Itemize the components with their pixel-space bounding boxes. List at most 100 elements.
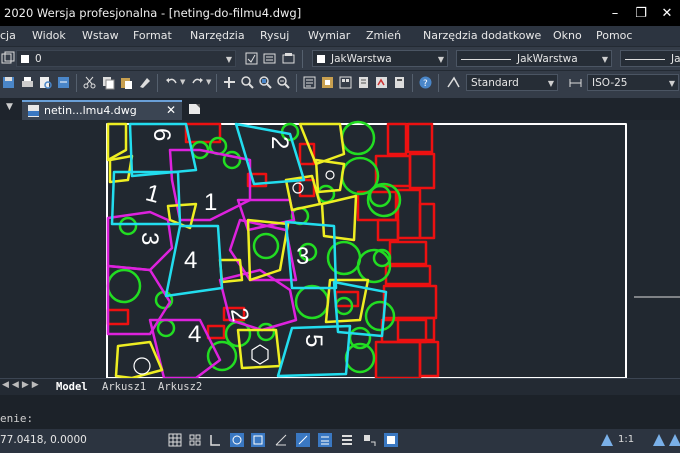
menu-rysuj[interactable]: Rysuj xyxy=(260,29,289,42)
menu-zmien[interactable]: Zmień xyxy=(366,29,401,42)
color-value: JakWarstwa xyxy=(331,53,392,65)
ortho-icon[interactable] xyxy=(208,433,222,447)
text-style-icon[interactable] xyxy=(446,75,461,90)
new-tab-icon[interactable] xyxy=(188,102,202,116)
dimension-style-icon[interactable] xyxy=(568,75,583,90)
tab-arkusz2[interactable]: Arkusz2 xyxy=(158,381,202,393)
shape-label: 4 xyxy=(184,247,197,274)
transparency-icon[interactable] xyxy=(340,433,354,447)
annotation-visibility-icon[interactable] xyxy=(652,433,666,447)
menu-pomoc[interactable]: Pomoc xyxy=(596,29,632,42)
menu-narzedzia[interactable]: Narzędzia xyxy=(190,29,245,42)
close-button[interactable]: ✕ xyxy=(654,6,680,21)
tab-model[interactable]: Model xyxy=(56,381,88,393)
tab-menu-icon[interactable]: ▼ xyxy=(6,102,13,112)
layout-tab-bar: ◀◀▶▶ Model Arkusz1 Arkusz2 xyxy=(0,378,680,396)
layer-previous-icon[interactable] xyxy=(262,51,277,66)
polar-icon[interactable] xyxy=(230,433,244,447)
snap-icon[interactable] xyxy=(188,433,202,447)
calculator-icon[interactable] xyxy=(392,75,407,90)
text-style-value: Standard xyxy=(471,77,519,89)
dimension-style-value: ISO-25 xyxy=(592,77,628,89)
layout-nav-arrows[interactable]: ◀◀▶▶ xyxy=(2,380,42,390)
layer-color-swatch xyxy=(21,55,29,63)
title-bar: 2020 Wersja profesjonalna - [neting-do-f… xyxy=(0,0,680,26)
sheet-set-icon[interactable] xyxy=(356,75,371,90)
layer-dropdown[interactable]: 0 ▼ xyxy=(16,50,236,67)
print-preview-icon[interactable] xyxy=(38,75,53,90)
menu-wstaw[interactable]: Wstaw xyxy=(82,29,119,42)
layer-state-icon[interactable] xyxy=(1,51,16,66)
linetype-dropdown[interactable]: JakWarstwa ▼ xyxy=(456,50,612,67)
shape-label: 4 xyxy=(188,321,201,348)
properties-palette-icon[interactable] xyxy=(302,75,317,90)
file-tab-name: netin...lmu4.dwg xyxy=(44,104,137,117)
redo-dropdown-icon[interactable]: ▼ xyxy=(206,78,211,86)
paste-icon[interactable] xyxy=(119,75,134,90)
color-swatch xyxy=(317,55,325,63)
color-dropdown[interactable]: JakWarstwa ▼ xyxy=(312,50,448,67)
close-tab-icon[interactable]: ✕ xyxy=(166,103,176,117)
selection-cycling-icon[interactable] xyxy=(362,433,376,447)
menu-wymiar[interactable]: Wymiar xyxy=(308,29,350,42)
menu-edycja[interactable]: cja xyxy=(0,29,16,42)
drawing-area[interactable]: 6 2 1 1 3 4 3 4 2 5 xyxy=(0,120,680,378)
shape-label: 5 xyxy=(300,334,327,347)
menu-bar: cja Widok Wstaw Format Narzędzia Rysuj W… xyxy=(0,26,680,46)
help-icon[interactable]: ? xyxy=(418,75,433,90)
print-icon[interactable] xyxy=(20,75,35,90)
undo-icon[interactable] xyxy=(164,75,179,90)
command-prompt: enie: xyxy=(0,412,34,425)
svg-text:?: ? xyxy=(423,79,428,89)
command-line[interactable]: enie: xyxy=(0,395,680,429)
restore-button[interactable]: ❐ xyxy=(628,6,654,21)
markup-icon[interactable] xyxy=(374,75,389,90)
dimension-style-dropdown[interactable]: ISO-25 ▼ xyxy=(587,74,679,91)
dyn-icon[interactable] xyxy=(296,433,310,447)
undo-dropdown-icon[interactable]: ▼ xyxy=(180,78,185,86)
match-properties-icon[interactable] xyxy=(137,75,152,90)
file-tab[interactable]: netin...lmu4.dwg ✕ xyxy=(22,100,182,120)
lineweight-dropdown[interactable]: Jak xyxy=(620,50,680,67)
shape-label: 1 xyxy=(143,179,163,209)
zoom-window-icon[interactable] xyxy=(258,75,273,90)
annotation-scale-value[interactable]: 1:1 xyxy=(618,434,634,445)
chevron-down-icon: ▼ xyxy=(437,55,444,64)
drawing-canvas[interactable]: 6 2 1 1 3 4 3 4 2 5 xyxy=(0,120,680,378)
save-icon[interactable] xyxy=(1,75,16,90)
publish-icon[interactable] xyxy=(56,75,71,90)
shape-label: 6 xyxy=(148,128,175,141)
otrack-icon[interactable] xyxy=(274,433,288,447)
menu-narzedzia-dodatkowe[interactable]: Narzędzia dodatkowe xyxy=(423,29,541,42)
red-rectangles xyxy=(106,122,440,378)
tab-arkusz1[interactable]: Arkusz1 xyxy=(102,381,146,393)
layer-properties-icon[interactable] xyxy=(281,51,296,66)
osnap-icon[interactable] xyxy=(251,433,265,447)
annotation-scale-icon[interactable] xyxy=(600,433,614,447)
tool-palettes-icon[interactable] xyxy=(338,75,353,90)
shape-label: 3 xyxy=(136,232,163,245)
menu-widok[interactable]: Widok xyxy=(32,29,66,42)
dwg-file-icon xyxy=(28,105,39,117)
lineweight-sample xyxy=(625,58,665,60)
pan-icon[interactable] xyxy=(222,75,237,90)
shape-label: 3 xyxy=(296,243,309,270)
minimize-button[interactable]: – xyxy=(602,6,628,21)
auto-scale-icon[interactable] xyxy=(668,433,680,447)
window-title: 2020 Wersja profesjonalna - [neting-do-f… xyxy=(4,6,302,20)
grid-icon[interactable] xyxy=(168,433,182,447)
zoom-previous-icon[interactable] xyxy=(276,75,291,90)
standard-toolbar: ▼ ▼ ? Standard ▼ ISO-25 ▼ xyxy=(0,70,680,99)
text-style-dropdown[interactable]: Standard ▼ xyxy=(466,74,558,91)
design-center-icon[interactable] xyxy=(320,75,335,90)
menu-okno[interactable]: Okno xyxy=(553,29,582,42)
annotation-monitor-icon[interactable] xyxy=(384,433,398,447)
redo-icon[interactable] xyxy=(190,75,205,90)
cut-icon[interactable] xyxy=(82,75,97,90)
menu-format[interactable]: Format xyxy=(133,29,172,42)
zoom-realtime-icon[interactable] xyxy=(240,75,255,90)
copy-icon[interactable] xyxy=(101,75,116,90)
chevron-down-icon: ▼ xyxy=(668,79,675,88)
lineweight-icon[interactable] xyxy=(318,433,332,447)
layer-make-current-icon[interactable] xyxy=(244,51,259,66)
